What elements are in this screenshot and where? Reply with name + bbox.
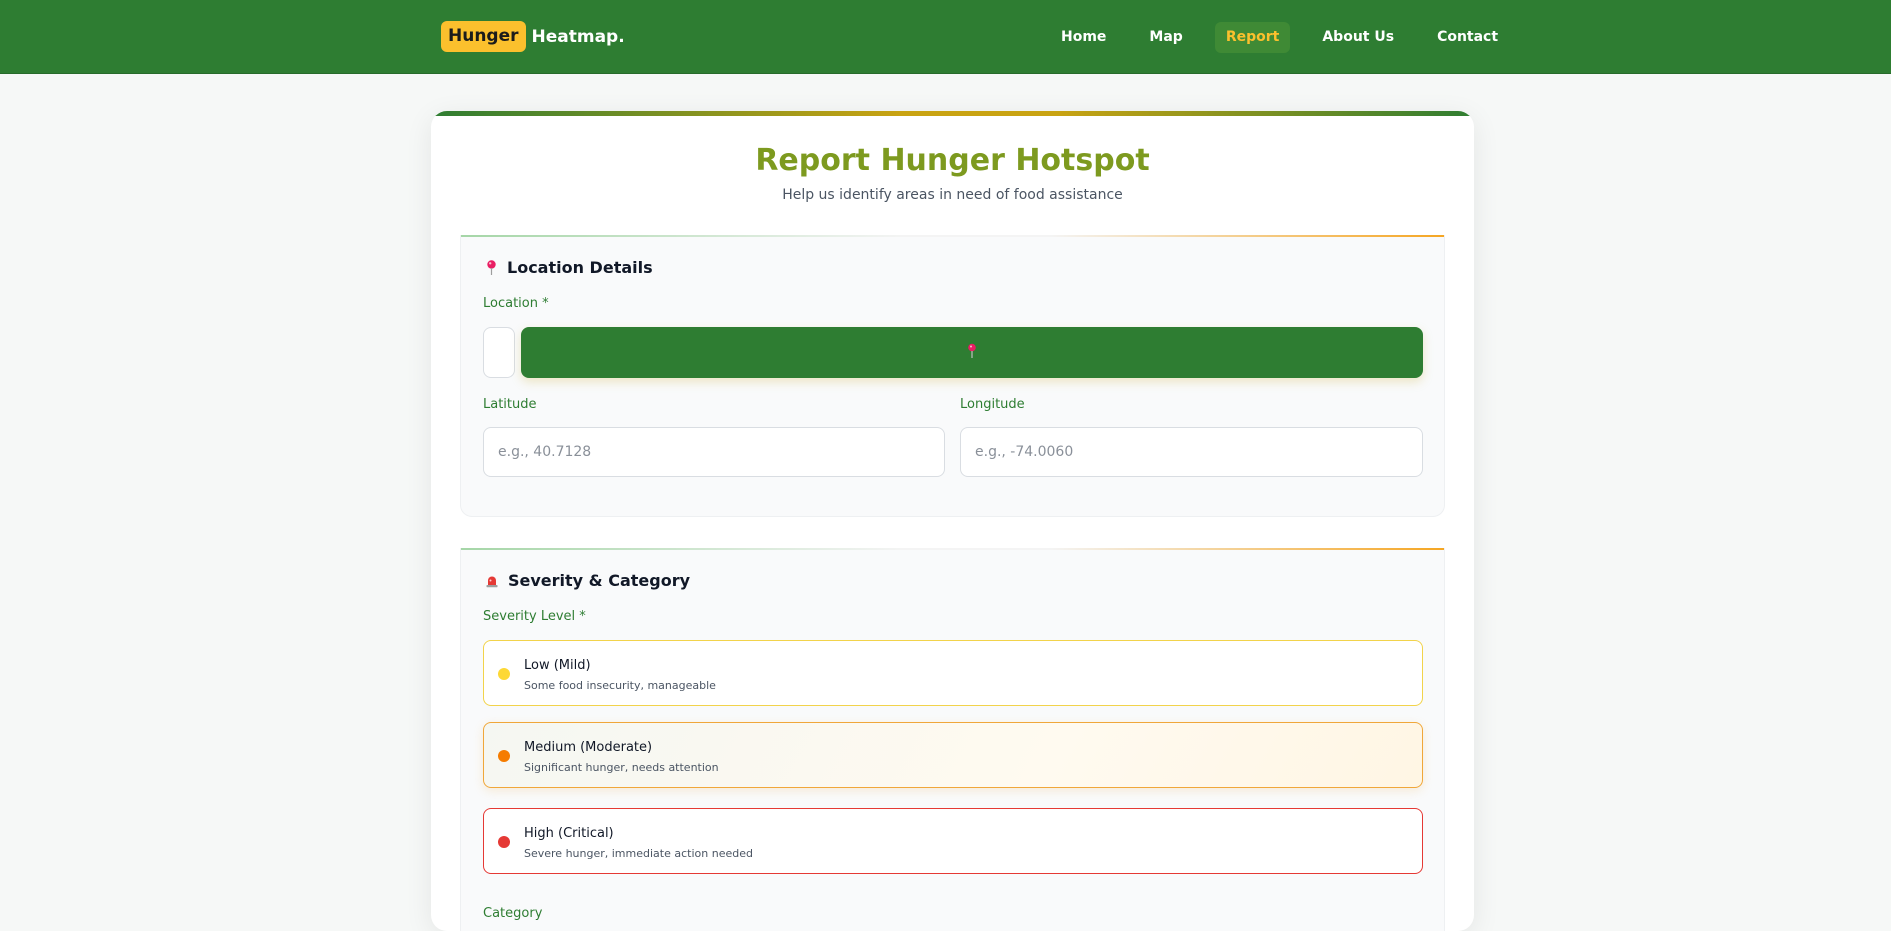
severity-label: Severity Level * <box>483 609 586 624</box>
severity-option-description: Severe hunger, immediate action needed <box>524 847 753 860</box>
severity-option-name: Medium (Moderate) <box>524 740 653 755</box>
card-accent-bar <box>431 111 1474 116</box>
nav-link-home[interactable]: Home <box>1050 22 1117 53</box>
location-label: Location * <box>483 296 549 311</box>
location-input[interactable] <box>483 327 515 378</box>
longitude-input[interactable] <box>960 427 1423 477</box>
severity-option-description: Some food insecurity, manageable <box>524 679 716 692</box>
severity-section-heading: Severity & Category <box>485 571 690 590</box>
nav-link-contact[interactable]: Contact <box>1426 22 1509 53</box>
navbar: Hunger Heatmap. Home Map Report About Us… <box>0 0 1891 74</box>
severity-option-low[interactable]: Low (Mild) Some food insecurity, managea… <box>483 640 1423 706</box>
location-section: Location Details Location * Latitude Lon… <box>460 235 1445 517</box>
severity-option-medium[interactable]: Medium (Moderate) Significant hunger, ne… <box>483 722 1423 788</box>
severity-dot <box>498 836 510 848</box>
location-section-heading: Location Details <box>485 258 653 277</box>
severity-section: Severity & Category Severity Level * Low… <box>460 548 1445 931</box>
section-accent-bar <box>461 548 1444 550</box>
alarm-light-icon <box>485 574 499 588</box>
pin-icon <box>967 343 977 362</box>
report-card: Report Hunger Hotspot Help us identify a… <box>431 111 1474 931</box>
use-location-button[interactable] <box>521 327 1423 378</box>
pin-icon <box>485 259 498 276</box>
nav-link-about-us[interactable]: About Us <box>1311 22 1405 53</box>
longitude-label: Longitude <box>960 397 1025 412</box>
severity-option-name: Low (Mild) <box>524 658 591 673</box>
severity-heading-text: Severity & Category <box>508 571 691 590</box>
logo-badge: Hunger <box>441 21 526 52</box>
logo-text: Heatmap. <box>531 26 625 47</box>
severity-option-description: Significant hunger, needs attention <box>524 761 719 774</box>
section-accent-bar <box>461 235 1444 237</box>
latitude-input[interactable] <box>483 427 945 477</box>
page-title: Report Hunger Hotspot <box>755 143 1150 178</box>
logo[interactable]: Hunger Heatmap. <box>441 21 625 52</box>
category-label: Category <box>483 906 543 921</box>
nav-link-map[interactable]: Map <box>1138 22 1193 53</box>
severity-dot <box>498 668 510 680</box>
severity-option-high[interactable]: High (Critical) Severe hunger, immediate… <box>483 808 1423 874</box>
nav-links: Home Map Report About Us Contact <box>1050 22 1530 53</box>
latitude-label: Latitude <box>483 397 537 412</box>
severity-option-name: High (Critical) <box>524 826 614 841</box>
severity-dot <box>498 750 510 762</box>
location-heading-text: Location Details <box>507 258 653 277</box>
page-subtitle: Help us identify areas in need of food a… <box>782 187 1123 203</box>
nav-link-report[interactable]: Report <box>1214 22 1291 53</box>
